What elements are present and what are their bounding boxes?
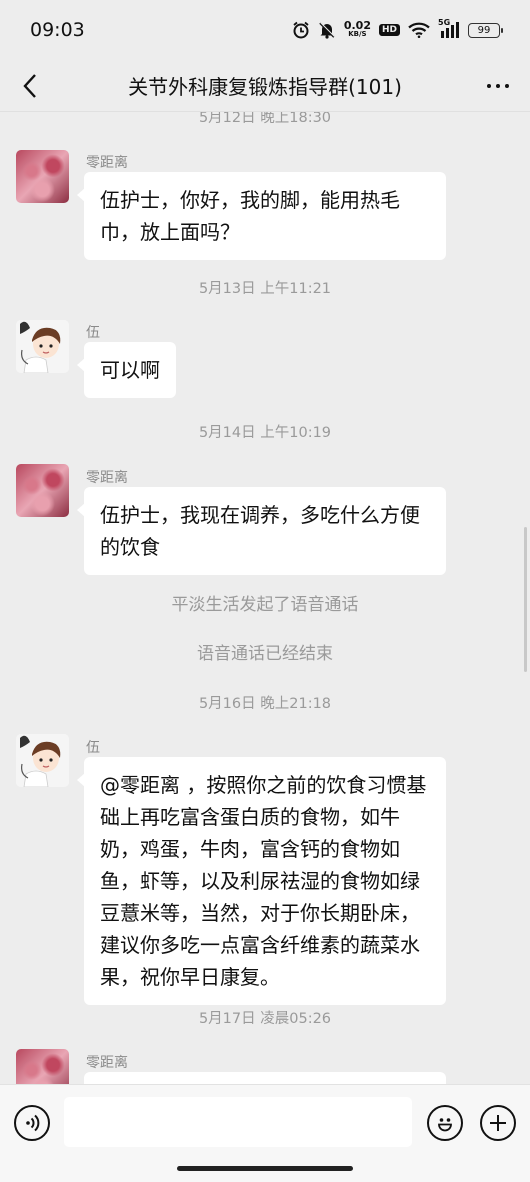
status-bar: 09:03 0.02 KB/S HD 5G 99 (0, 0, 530, 60)
cartoon-boy-avatar-icon (16, 734, 69, 787)
message-bubble[interactable] (84, 1072, 446, 1084)
more-options-button[interactable] (480, 70, 516, 102)
sender-name: 零距离 (86, 470, 128, 486)
plus-icon (490, 1115, 506, 1131)
system-message: 平淡生活发起了语音通话 (171, 595, 359, 615)
net-speed-value: 0.02 (343, 19, 371, 32)
chat-timestamp: 5月13日 上午11:21 (198, 281, 332, 297)
message-bubble[interactable]: 伍护士，你好，我的脚，能用热毛巾，放上面吗？ (77, 172, 446, 260)
voice-icon (26, 1114, 40, 1132)
chat-title: 关节外科康复锻炼指导群(101) (128, 75, 402, 99)
status-time: 09:03 (30, 19, 85, 41)
chat-timestamp: 5月12日 晚上18:30 (198, 112, 332, 126)
emoji-icon (438, 1118, 452, 1132)
sender-name: 伍 (86, 740, 100, 756)
sender-name: 零距离 (86, 155, 128, 171)
dot-icon (496, 84, 500, 88)
chat-header: 关节外科康复锻炼指导群(101) (0, 60, 530, 112)
avatar[interactable] (16, 464, 69, 517)
back-button[interactable] (14, 70, 46, 102)
scrollbar[interactable] (524, 527, 527, 672)
sender-name: 伍 (86, 325, 100, 341)
sender-name: 零距离 (86, 1055, 128, 1071)
wifi-icon (408, 22, 430, 38)
dot-icon (487, 84, 491, 88)
message-input[interactable] (64, 1097, 412, 1147)
avatar[interactable] (16, 150, 69, 203)
home-indicator[interactable] (177, 1166, 353, 1171)
battery-level: 99 (477, 24, 491, 36)
more-functions-button[interactable] (480, 1105, 516, 1141)
chevron-left-icon (23, 74, 36, 98)
emoji-button[interactable] (427, 1105, 463, 1141)
signal-badge: 5G (438, 18, 451, 27)
signal-icon: 5G (438, 18, 460, 39)
message-bubble[interactable]: 可以啊 (77, 342, 176, 398)
net-speed-unit: KB/S (348, 30, 367, 38)
battery-indicator: 99 (468, 22, 503, 38)
net-speed: 0.02 KB/S (343, 19, 371, 39)
hd-badge: HD (378, 24, 400, 36)
chat-message-list[interactable]: 5月12日 晚上18:30 零距离 伍护士，你好，我的脚，能用热毛巾，放上面吗？… (0, 112, 530, 1084)
avatar[interactable] (16, 320, 69, 373)
voice-input-button[interactable] (14, 1105, 50, 1141)
message-bubble[interactable]: @零距离 ，按照你之前的饮食习惯基础上再吃富含蛋白质的食物，如牛奶，鸡蛋，牛肉，… (77, 757, 446, 1005)
alarm-icon (292, 21, 310, 39)
chat-timestamp: 5月17日 凌晨05:26 (198, 1011, 332, 1027)
mute-bell-icon (318, 21, 336, 39)
dot-icon (505, 84, 509, 88)
avatar[interactable] (16, 734, 69, 787)
avatar[interactable] (16, 1049, 69, 1084)
chat-timestamp: 5月16日 晚上21:18 (198, 696, 332, 712)
chat-timestamp: 5月14日 上午10:19 (198, 425, 332, 441)
message-bubble[interactable]: 伍护士，我现在调养，多吃什么方便的饮食 (77, 487, 446, 575)
system-message: 语音通话已经结束 (197, 644, 333, 664)
status-icons: 0.02 KB/S HD 5G 99 (292, 18, 503, 39)
cartoon-boy-avatar-icon (16, 320, 69, 373)
